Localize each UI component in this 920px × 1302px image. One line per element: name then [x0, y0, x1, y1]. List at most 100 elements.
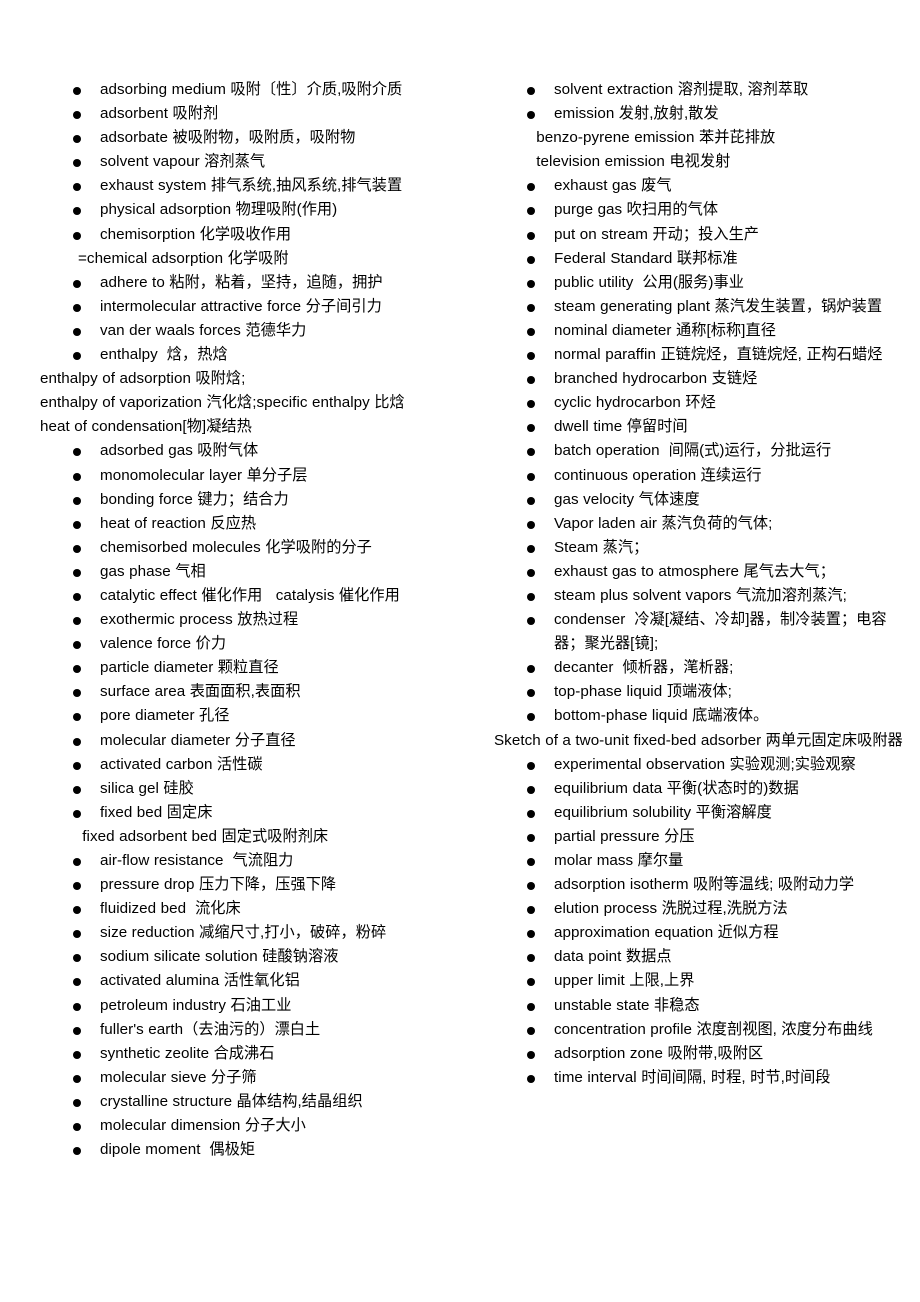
glossary-entry-text: public utility 公用(服务)事业 — [554, 273, 744, 291]
bullet-icon — [527, 343, 537, 367]
glossary-entry-text: approximation equation 近似方程 — [554, 924, 779, 942]
glossary-entry-text: dipole moment 偶极矩 — [100, 1141, 256, 1159]
glossary-entry-text: chemisorption 化学吸收作用 — [100, 225, 292, 243]
glossary-entry-text: concentration profile 浓度剖视图, 浓度分布曲线 — [554, 1020, 873, 1038]
glossary-entry: molecular sieve 分子筛 — [40, 1066, 460, 1090]
glossary-entry: approximation equation 近似方程 — [494, 921, 910, 945]
glossary-entry: exhaust system 排气系统,抽风系统,排气装置 — [40, 174, 460, 198]
bullet-icon — [527, 873, 537, 897]
glossary-entry: branched hydrocarbon 支链烃 — [494, 367, 910, 391]
glossary-entry-text: equilibrium solubility 平衡溶解度 — [554, 803, 772, 821]
glossary-entry-text: air-flow resistance 气流阻力 — [100, 852, 294, 869]
glossary-entry: adsorbing medium 吸附〔性〕介质,吸附介质 — [40, 78, 460, 102]
glossary-entry: intermolecular attractive force 分子间引力 — [40, 295, 460, 319]
bullet-icon — [73, 1138, 83, 1162]
glossary-entry: equilibrium data 平衡(状态时的)数据 — [494, 777, 910, 801]
glossary-entry-text: gas velocity 气体速度 — [554, 490, 700, 508]
glossary-entry: television emission 电视发射 — [494, 150, 910, 174]
glossary-entry: continuous operation 连续运行 — [494, 464, 910, 488]
bullet-icon — [527, 945, 537, 969]
glossary-entry-text: activated alumina 活性氧化铝 — [100, 972, 300, 990]
glossary-entry: activated alumina 活性氧化铝 — [40, 969, 460, 993]
glossary-entry: molecular diameter 分子直径 — [40, 729, 460, 753]
glossary-entry: solvent extraction 溶剂提取, 溶剂萃取 — [494, 78, 910, 102]
glossary-entry-text: Steam 蒸汽； — [554, 538, 649, 556]
bullet-icon — [73, 488, 83, 512]
bullet-icon — [73, 897, 83, 921]
bullet-icon — [527, 704, 537, 728]
bullet-icon — [527, 536, 537, 560]
bullet-icon — [527, 969, 537, 993]
bullet-icon — [73, 608, 83, 632]
bullet-icon — [73, 198, 83, 222]
bullet-icon — [527, 102, 537, 126]
glossary-entry: catalytic effect 催化作用 catalysis 催化作用 — [40, 584, 460, 608]
glossary-entry: steam generating plant 蒸汽发生装置，锅炉装置 — [494, 295, 910, 319]
glossary-entry-text: Sketch of a two-unit fixed-bed adsorber … — [494, 731, 903, 749]
bullet-icon — [527, 656, 537, 680]
bullet-icon — [527, 512, 537, 536]
glossary-entry: gas velocity 气体速度 — [494, 488, 910, 512]
glossary-entry-text: activated carbon 活性碳 — [100, 755, 263, 773]
glossary-entry-text: Federal Standard 联邦标准 — [554, 249, 738, 267]
glossary-entry: partial pressure 分压 — [494, 825, 910, 849]
glossary-entry-text: molar mass 摩尔量 — [554, 852, 684, 869]
glossary-entry-text: petroleum industry 石油工业 — [100, 996, 292, 1014]
glossary-entry: Federal Standard 联邦标准 — [494, 247, 910, 271]
glossary-entry-text: particle diameter 颗粒直径 — [100, 659, 279, 677]
glossary-entry-text: continuous operation 连续运行 — [554, 466, 762, 484]
glossary-entry: concentration profile 浓度剖视图, 浓度分布曲线 — [494, 1018, 910, 1042]
bullet-icon — [73, 632, 83, 656]
glossary-entry: synthetic zeolite 合成沸石 — [40, 1042, 460, 1066]
bullet-icon — [527, 825, 537, 849]
bullet-icon — [527, 223, 537, 247]
glossary-entry: equilibrium solubility 平衡溶解度 — [494, 801, 910, 825]
glossary-entry-text: adsorbate 被吸附物，吸附质，吸附物 — [100, 129, 356, 147]
glossary-entry-text: monomolecular layer 单分子层 — [100, 466, 308, 484]
two-column-layout: adsorbing medium 吸附〔性〕介质,吸附介质 adsorbent 吸… — [0, 78, 920, 1162]
bullet-icon — [527, 439, 537, 463]
glossary-entry-text: branched hydrocarbon 支链烃 — [554, 370, 758, 388]
bullet-icon — [73, 945, 83, 969]
bullet-icon — [527, 921, 537, 945]
glossary-entry-text: adsorbed gas 吸附气体 — [100, 442, 259, 460]
bullet-icon — [527, 753, 537, 777]
glossary-entry: emission 发射,放射,散发 — [494, 102, 910, 126]
bullet-icon — [527, 897, 537, 921]
glossary-entry: unstable state 非稳态 — [494, 994, 910, 1018]
glossary-entry: exothermic process 放热过程 — [40, 608, 460, 632]
glossary-entry: benzo-pyrene emission 苯并芘排放 — [494, 126, 910, 150]
bullet-icon — [527, 295, 537, 319]
bullet-icon — [73, 729, 83, 753]
bullet-icon — [73, 174, 83, 198]
glossary-entry: adsorption zone 吸附带,吸附区 — [494, 1042, 910, 1066]
glossary-entry: crystalline structure 晶体结构,结晶组织 — [40, 1090, 460, 1114]
glossary-entry-text: crystalline structure 晶体结构,结晶组织 — [100, 1092, 363, 1110]
bullet-icon — [73, 994, 83, 1018]
bullet-icon — [73, 801, 83, 825]
bullet-icon — [527, 1018, 537, 1042]
glossary-entry: heat of condensation[物]凝结热 — [40, 415, 460, 439]
glossary-entry-text: time interval 时间间隔, 时程, 时节,时间段 — [554, 1068, 831, 1086]
glossary-entry-text: van der waals forces 范德华力 — [100, 321, 307, 339]
glossary-entry-text: adsorption zone 吸附带,吸附区 — [554, 1044, 764, 1062]
bullet-icon — [73, 295, 83, 319]
glossary-entry: normal paraffin 正链烷烃，直链烷烃, 正构石蜡烃 — [494, 343, 910, 367]
bullet-icon — [73, 849, 83, 873]
bullet-icon — [73, 584, 83, 608]
glossary-entry-text: exothermic process 放热过程 — [100, 611, 299, 629]
glossary-entry: petroleum industry 石油工业 — [40, 994, 460, 1018]
glossary-entry: valence force 价力 — [40, 632, 460, 656]
glossary-entry: batch operation 间隔(式)运行，分批运行 — [494, 439, 910, 463]
glossary-entry: Sketch of a two-unit fixed-bed adsorber … — [494, 729, 910, 753]
glossary-entry: enthalpy 焓，热焓 — [40, 343, 460, 367]
glossary-entry: chemisorption 化学吸收作用 — [40, 223, 460, 247]
glossary-entry-text: enthalpy of adsorption 吸附焓; — [40, 370, 246, 388]
glossary-entry-text: Vapor laden air 蒸汽负荷的气体; — [554, 514, 773, 532]
glossary-entry: pressure drop 压力下降，压强下降 — [40, 873, 460, 897]
bullet-icon — [527, 391, 537, 415]
bullet-icon — [527, 849, 537, 873]
glossary-entry-text: molecular diameter 分子直径 — [100, 731, 296, 749]
bullet-icon — [527, 801, 537, 825]
bullet-icon — [527, 584, 537, 608]
